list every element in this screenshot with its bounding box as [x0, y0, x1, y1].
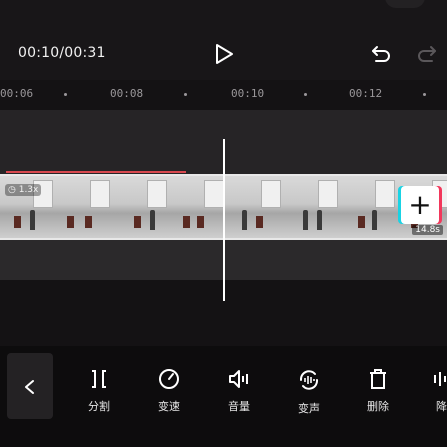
ruler-dot [184, 93, 187, 96]
voice-change-icon [299, 370, 319, 390]
clip-frame [114, 176, 172, 238]
volume-icon [229, 370, 248, 388]
duration-badge: 14.8s [412, 225, 443, 235]
audio-marker-line [6, 171, 186, 173]
ruler-dot [64, 93, 67, 96]
noise-reduce-icon [434, 372, 446, 386]
tool-label: 变速 [158, 400, 180, 413]
clip-frame [228, 176, 286, 238]
redo-icon [418, 46, 436, 62]
tool-label: 音量 [228, 400, 250, 413]
timecode: 00:10/00:31 [18, 45, 106, 61]
ruler-label: 00:08 [110, 87, 144, 100]
tool-label: 变声 [298, 402, 320, 415]
play-button[interactable] [212, 42, 236, 66]
tool-label: 降 [436, 400, 447, 413]
delete-icon [370, 369, 386, 389]
ruler-dot [423, 93, 426, 96]
back-button[interactable] [7, 353, 53, 419]
add-clip-button[interactable]: + [401, 186, 439, 224]
tool-speed[interactable]: 变速 [144, 368, 194, 414]
tool-label: 删除 [367, 400, 389, 413]
split-icon [92, 370, 106, 388]
clip-frame [285, 176, 343, 238]
undo-icon [372, 46, 390, 62]
ruler-label: 00:12 [349, 87, 383, 100]
time-ruler[interactable]: 00:06 00:08 00:10 00:12 [0, 80, 447, 110]
ruler-dot [304, 93, 307, 96]
plus-icon: + [408, 188, 432, 221]
player-bar [0, 0, 447, 80]
speed-value: 1.3x [18, 185, 39, 195]
ruler-label: 00:10 [231, 87, 265, 100]
playhead[interactable] [223, 139, 225, 301]
clip-frame [342, 176, 400, 238]
tool-voice-change[interactable]: 变声 [284, 368, 334, 416]
tool-noise-reduce[interactable]: 降 [424, 368, 447, 414]
redo-button[interactable] [416, 43, 438, 65]
chevron-left-icon [25, 380, 34, 394]
play-icon [216, 44, 233, 64]
tool-split[interactable]: 分割 [74, 368, 124, 414]
clip-frame [171, 176, 229, 238]
tool-volume[interactable]: 音量 [214, 368, 264, 414]
undo-button[interactable] [370, 43, 392, 65]
top-handle [385, 0, 425, 8]
speed-badge: ◷ 1.3x [5, 184, 42, 196]
clip-frame [57, 176, 115, 238]
tool-label: 分割 [88, 400, 110, 413]
ruler-label: 00:06 [0, 87, 34, 100]
tool-delete[interactable]: 删除 [353, 368, 403, 414]
speed-icon [159, 369, 179, 389]
